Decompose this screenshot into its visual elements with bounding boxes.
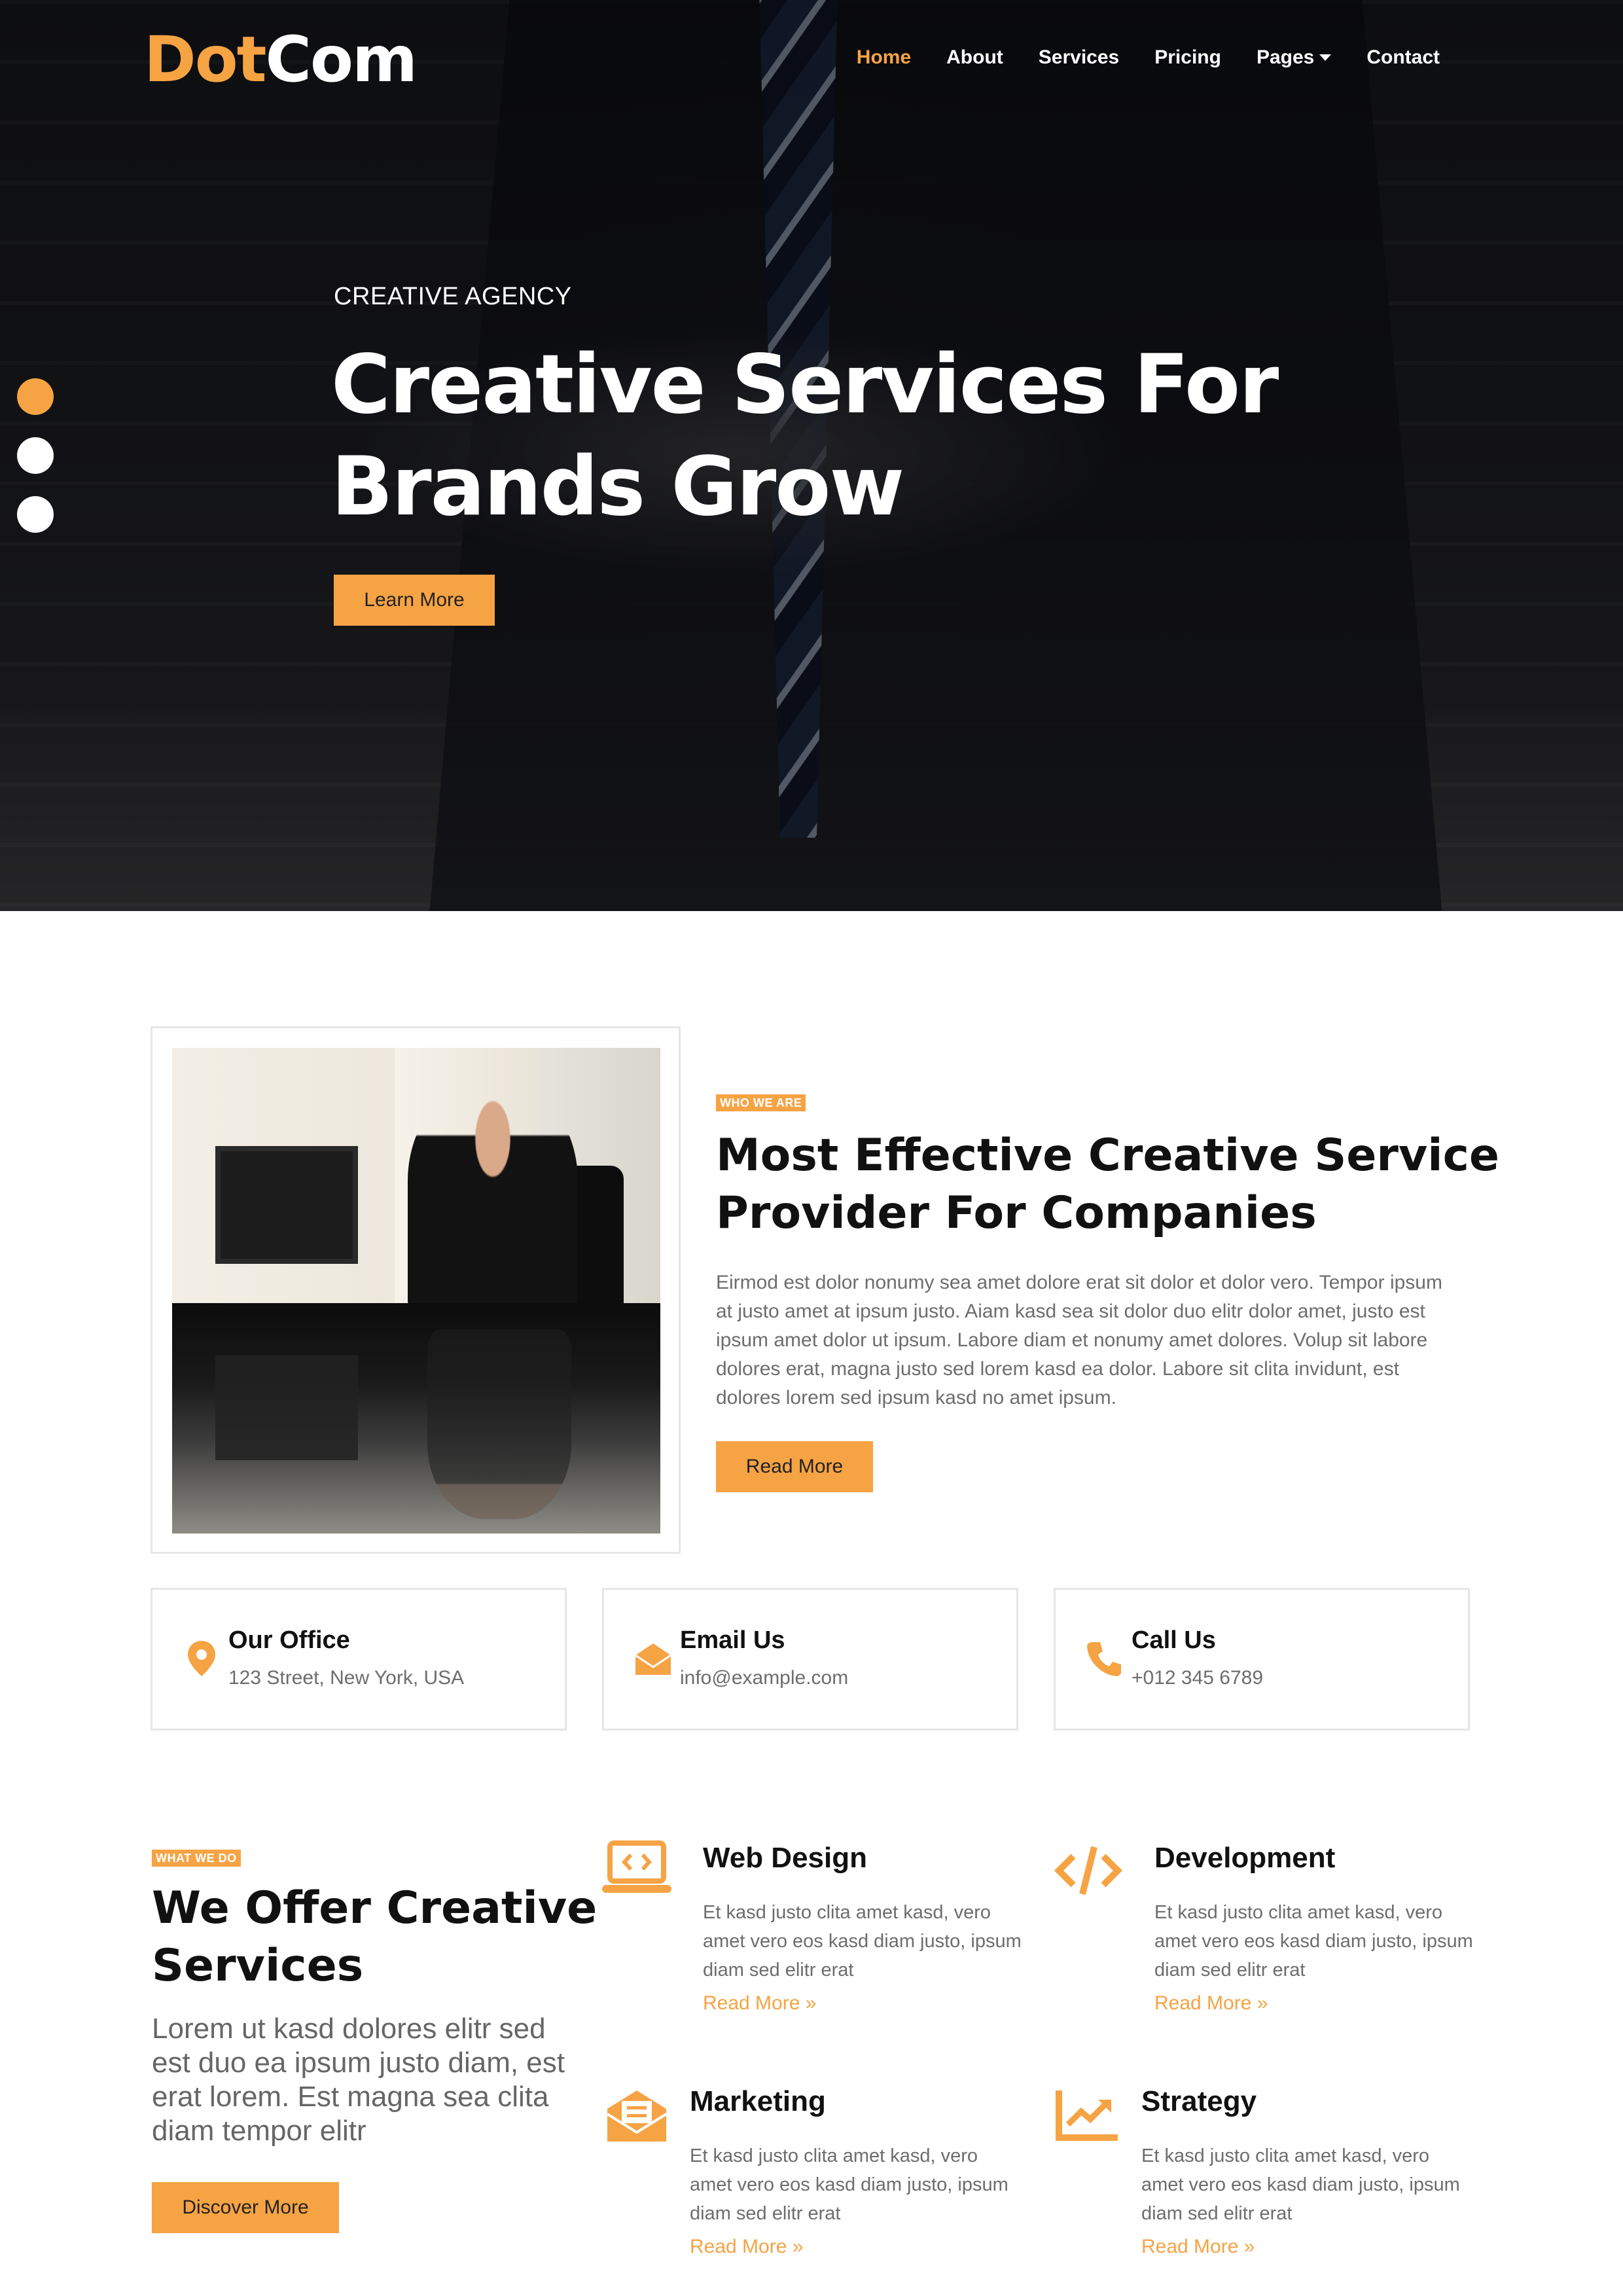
envelope-open-icon bbox=[635, 1643, 671, 1675]
about-photo-monitor bbox=[215, 1146, 358, 1264]
double-chevron-right-icon: » bbox=[1243, 2236, 1255, 2257]
contact-card-office: Our Office 123 Street, New York, USA bbox=[151, 1588, 567, 1731]
service-text: Et kasd justo clita amet kasd, vero amet… bbox=[703, 1902, 1022, 1981]
service-read-more-link[interactable]: Read More » bbox=[703, 1992, 816, 2015]
carousel-indicators bbox=[17, 378, 54, 555]
mail-bulk-icon bbox=[606, 2090, 668, 2142]
service-read-more-label: Read More bbox=[1154, 1992, 1252, 2014]
chart-line-icon bbox=[1056, 2090, 1118, 2141]
about-section-tag: WHO WE ARE bbox=[716, 1094, 806, 1111]
hero-carousel: DotCom Home About Services Pricing Pages… bbox=[0, 0, 1623, 911]
service-title: Strategy bbox=[1141, 2085, 1257, 2117]
about-title-line2: Provider For Companies bbox=[716, 1187, 1317, 1239]
service-strategy: Strategy Et kasd justo clita amet kasd, … bbox=[1052, 2081, 1471, 2278]
service-text: Et kasd justo clita amet kasd, vero amet… bbox=[690, 2145, 1008, 2224]
read-more-button[interactable]: Read More bbox=[716, 1441, 873, 1492]
double-chevron-right-icon: » bbox=[1257, 1992, 1268, 2014]
service-read-more-link[interactable]: Read More » bbox=[1154, 1992, 1268, 2015]
nav-item-services[interactable]: Services bbox=[1039, 41, 1119, 75]
carousel-indicator-2[interactable] bbox=[17, 437, 54, 474]
nav-item-about[interactable]: About bbox=[946, 41, 1003, 75]
contact-card-value: info@example.com bbox=[680, 1667, 849, 1689]
contact-card-email: Email Us info@example.com bbox=[602, 1588, 1018, 1731]
nav-item-pages-label: Pages bbox=[1256, 46, 1315, 68]
service-read-more-link[interactable]: Read More » bbox=[690, 2236, 803, 2258]
service-marketing: Marketing Et kasd justo clita amet kasd,… bbox=[601, 2081, 1008, 2278]
services-title-line2: Services bbox=[152, 1940, 364, 1992]
about-image-frame bbox=[151, 1026, 681, 1554]
service-read-more-link[interactable]: Read More » bbox=[1141, 2236, 1255, 2258]
service-title: Development bbox=[1154, 1842, 1336, 1874]
hero-kicker: CREATIVE AGENCY bbox=[334, 283, 572, 310]
service-web-design: Web Design Et kasd justo clita amet kasd… bbox=[601, 1838, 1022, 2034]
contact-card-title: Our Office bbox=[228, 1626, 350, 1654]
about-photo-reflection-monitor bbox=[215, 1355, 358, 1460]
about-photo bbox=[172, 1048, 660, 1534]
carousel-indicator-3[interactable] bbox=[17, 496, 54, 533]
hero-title-line2: Brands Grow bbox=[331, 440, 904, 534]
double-chevron-right-icon: » bbox=[792, 2236, 804, 2257]
carousel-indicator-1[interactable] bbox=[17, 378, 54, 415]
code-icon bbox=[1054, 1846, 1123, 1895]
phone-icon bbox=[1087, 1642, 1121, 1676]
about-text: Eirmod est dolor nonumy sea amet dolore … bbox=[716, 1272, 1442, 1408]
learn-more-button[interactable]: Learn More bbox=[334, 575, 495, 626]
brand-logo-part1: Dot bbox=[144, 23, 267, 96]
hero-title-line1: Creative Services For bbox=[331, 338, 1279, 432]
caret-down-icon bbox=[1319, 54, 1332, 61]
service-title: Marketing bbox=[690, 2085, 826, 2117]
services-title: We Offer Creative Services bbox=[152, 1880, 610, 1995]
services-lead: Lorem ut kasd dolores elitr sed est duo … bbox=[152, 2013, 565, 2147]
contact-card-title: Call Us bbox=[1132, 1626, 1216, 1654]
map-marker-icon bbox=[188, 1641, 215, 1676]
nav-item-pricing[interactable]: Pricing bbox=[1154, 41, 1221, 75]
nav-item-contact[interactable]: Contact bbox=[1366, 41, 1440, 75]
brand-logo-part2: Com bbox=[265, 23, 418, 96]
services-title-line1: We Offer Creative bbox=[152, 1882, 597, 1934]
main-nav: Home About Services Pricing Pages Contac… bbox=[821, 41, 1440, 75]
service-read-more-label: Read More bbox=[703, 1992, 800, 2014]
contact-card-value: 123 Street, New York, USA bbox=[228, 1667, 465, 1689]
service-read-more-label: Read More bbox=[690, 2236, 787, 2257]
nav-item-pages[interactable]: Pages bbox=[1256, 41, 1332, 75]
about-title: Most Effective Creative Service Provider… bbox=[716, 1127, 1501, 1242]
contact-card-title: Email Us bbox=[680, 1626, 785, 1654]
about-photo-person bbox=[408, 1087, 578, 1323]
service-development: Development Et kasd justo clita amet kas… bbox=[1052, 1838, 1473, 2034]
service-read-more-label: Read More bbox=[1141, 2236, 1239, 2257]
brand-logo[interactable]: DotCom bbox=[144, 23, 418, 96]
hero-title: Creative Services For Brands Grow bbox=[331, 334, 1313, 538]
contact-card-phone: Call Us +012 345 6789 bbox=[1054, 1588, 1470, 1731]
about-photo-reflection-person bbox=[427, 1329, 571, 1519]
discover-more-button[interactable]: Discover More bbox=[152, 2182, 339, 2233]
service-title: Web Design bbox=[703, 1842, 868, 1874]
double-chevron-right-icon: » bbox=[805, 1992, 817, 2014]
service-text: Et kasd justo clita amet kasd, vero amet… bbox=[1154, 1902, 1473, 1981]
service-text: Et kasd justo clita amet kasd, vero amet… bbox=[1141, 2145, 1460, 2224]
laptop-code-icon bbox=[602, 1840, 671, 1893]
services-section-tag: WHAT WE DO bbox=[152, 1850, 241, 1867]
contact-card-value: +012 345 6789 bbox=[1132, 1667, 1264, 1689]
about-title-line1: Most Effective Creative Service bbox=[716, 1130, 1500, 1181]
nav-item-home[interactable]: Home bbox=[857, 41, 911, 75]
